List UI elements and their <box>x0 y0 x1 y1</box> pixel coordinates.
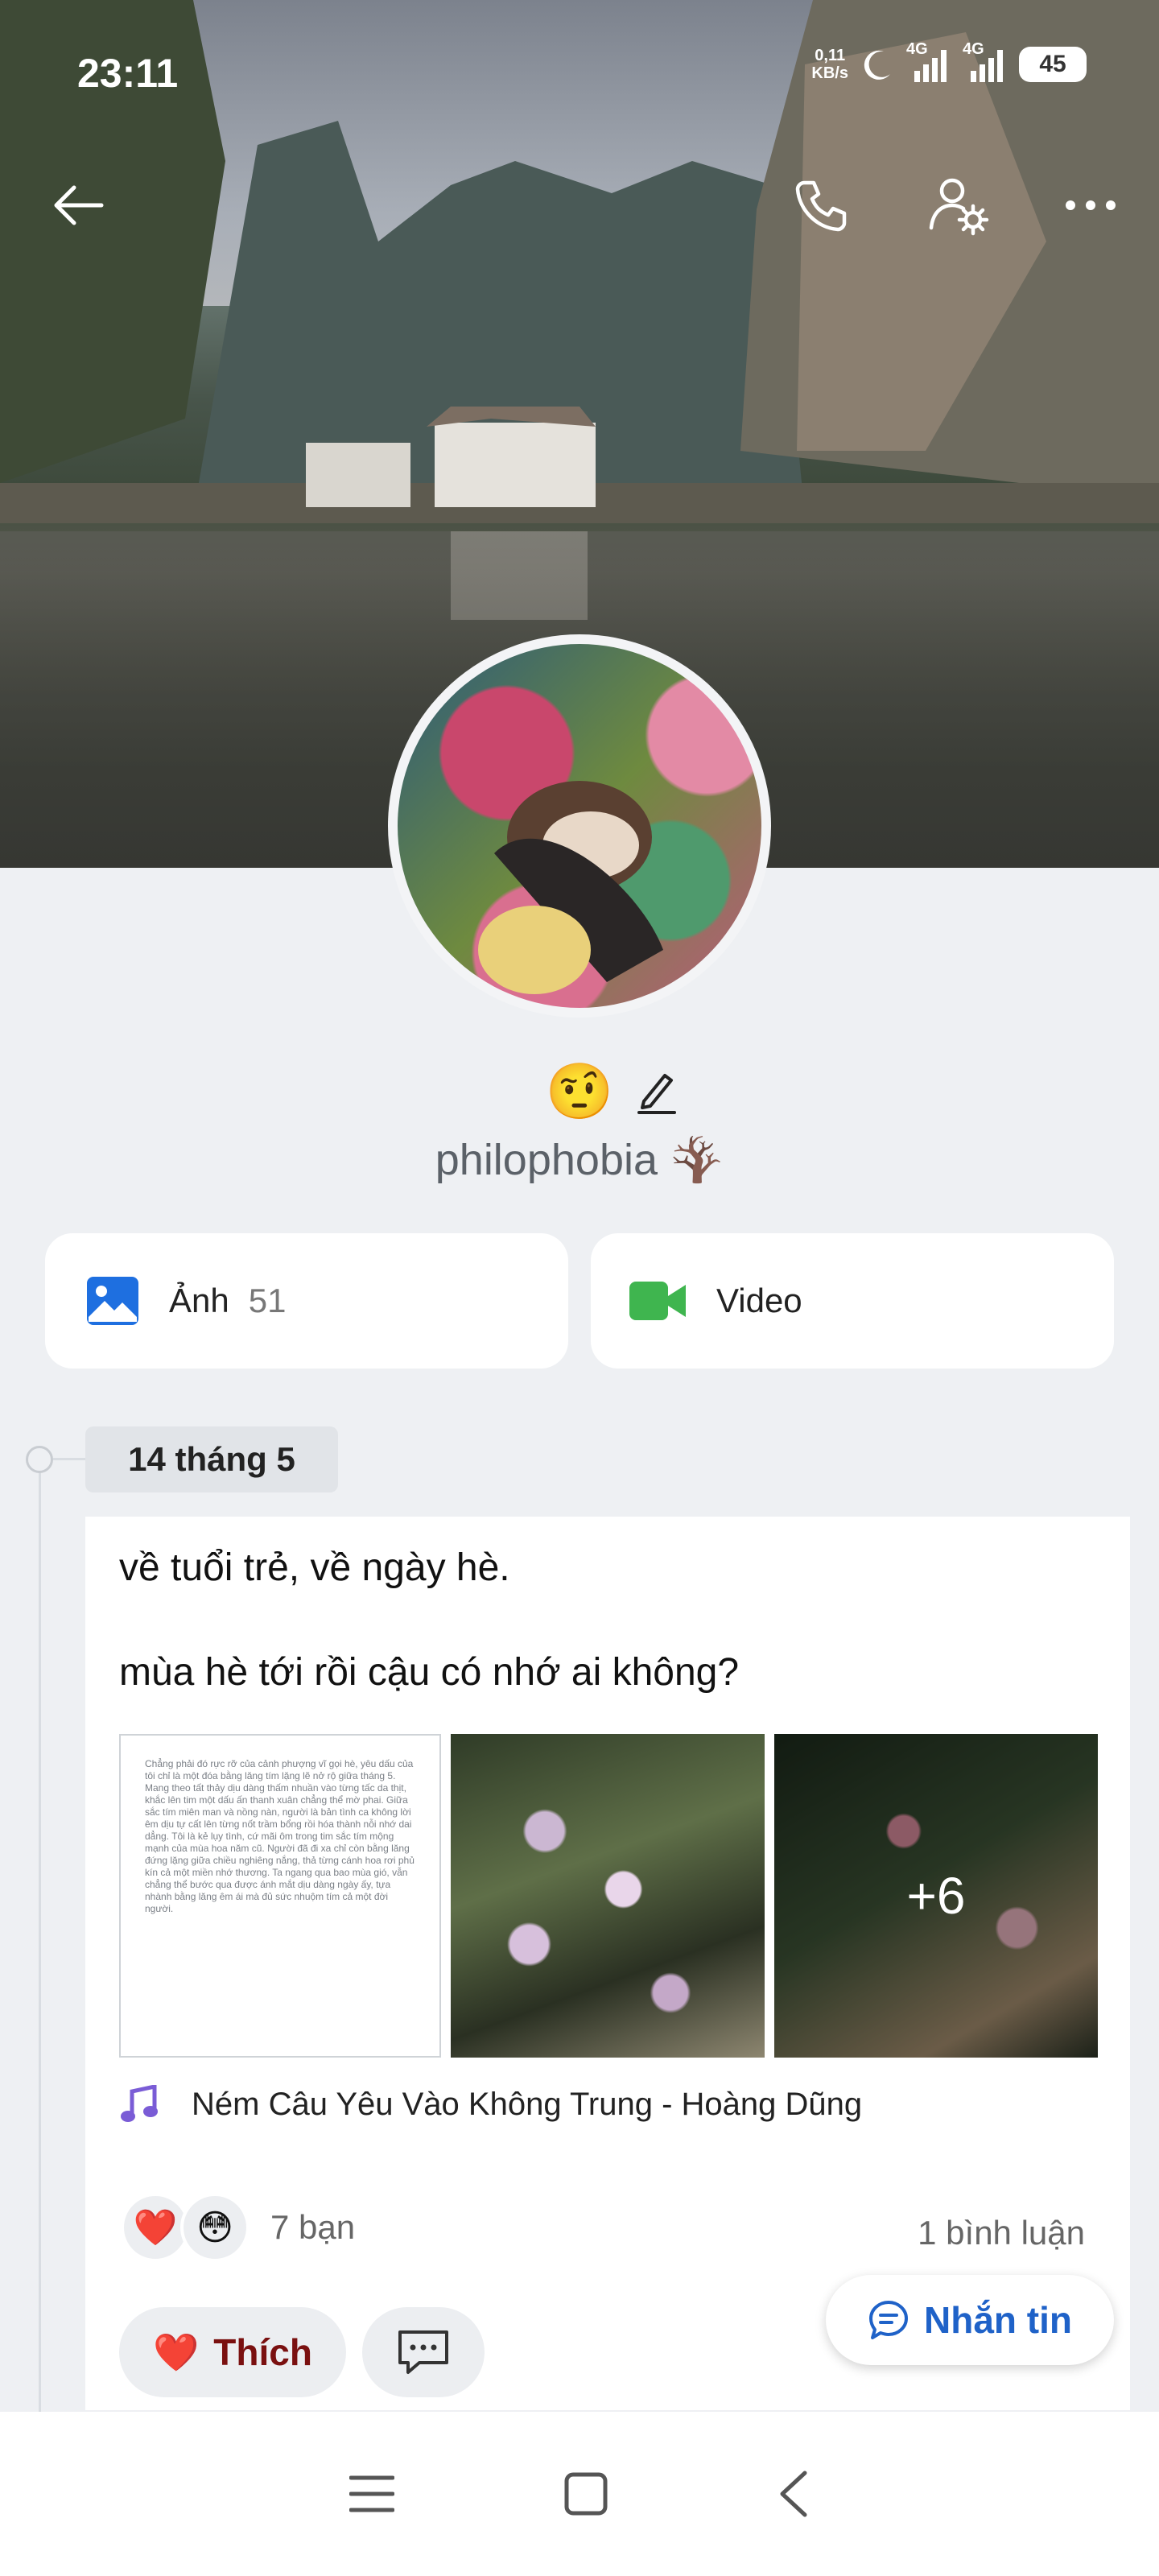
network-speed: 0,11 KB/s <box>811 47 848 82</box>
message-button[interactable]: Nhắn tin <box>826 2275 1114 2365</box>
network-type-2: 4G <box>963 40 984 58</box>
post-photo[interactable]: +6 <box>774 1734 1098 2058</box>
music-note-icon <box>121 2085 158 2122</box>
battery-indicator: 45 <box>1019 47 1087 82</box>
network-type-1: 4G <box>906 40 928 58</box>
timeline-connector <box>53 1458 85 1460</box>
post-photo-grid: Chẳng phải đó rực rỡ của cảnh phượng vĩ … <box>119 1734 1098 2058</box>
message-label: Nhắn tin <box>924 2299 1072 2341</box>
recent-apps-icon[interactable] <box>349 2474 394 2514</box>
post-text-line-2: mùa hè tới rồi cậu có nhớ ai không? <box>119 1651 740 1694</box>
surprised-reaction-icon: 😳 <box>180 2193 250 2262</box>
timeline-dot <box>26 1446 53 1473</box>
timeline-line <box>39 1449 41 2415</box>
like-label: Thích <box>213 2331 312 2373</box>
post-photo[interactable] <box>451 1734 765 2058</box>
system-navigation-bar <box>0 2412 1159 2576</box>
profile-header-actions <box>0 161 1159 250</box>
home-icon[interactable] <box>563 2471 608 2516</box>
status-row: 🤨 <box>0 1059 1159 1124</box>
video-button[interactable]: Video <box>591 1233 1114 1368</box>
comment-button[interactable] <box>362 2307 485 2397</box>
reactions-summary[interactable]: ❤️ 😳 7 bạn <box>121 2193 355 2262</box>
status-indicators: 0,11 KB/s 4G 4G 45 <box>811 40 1087 82</box>
signal-icon: 4G <box>963 40 1008 82</box>
back-nav-icon[interactable] <box>777 2470 810 2518</box>
song-title: Ném Câu Yêu Vào Không Trung - Hoàng Dũng <box>192 2086 863 2122</box>
video-camera-icon <box>629 1282 686 1320</box>
comments-count[interactable]: 1 bình luận <box>918 2214 1085 2252</box>
comment-icon <box>398 2330 448 2374</box>
chat-bubble-icon <box>869 2301 908 2339</box>
heart-icon: ❤️ <box>153 2330 200 2373</box>
phone-icon[interactable] <box>777 161 866 250</box>
photo-icon <box>87 1277 138 1325</box>
user-settings-icon[interactable] <box>914 161 1003 250</box>
post-music[interactable]: Ném Câu Yêu Vào Không Trung - Hoàng Dũng <box>119 2085 862 2124</box>
reactions-count: 7 bạn <box>270 2208 356 2246</box>
photos-count: 51 <box>248 1282 287 1319</box>
moon-icon <box>864 50 890 80</box>
photos-button[interactable]: Ảnh 51 <box>45 1233 568 1368</box>
post-date: 14 tháng 5 <box>85 1426 338 1492</box>
status-bar: 23:11 0,11 KB/s 4G 4G 45 <box>0 0 1159 153</box>
photo-text-content: Chẳng phải đó rực rỡ của cảnh phượng vĩ … <box>145 1758 415 1914</box>
like-button[interactable]: ❤️ Thích <box>119 2307 346 2397</box>
photos-label: Ảnh <box>169 1282 229 1319</box>
profile-username: philophobia 🪾 <box>435 1136 724 1184</box>
avatar-image <box>398 644 761 1008</box>
post-photo[interactable]: Chẳng phải đó rực rỡ của cảnh phượng vĩ … <box>119 1734 441 2058</box>
more-options-icon[interactable] <box>1046 161 1135 250</box>
status-emoji: 🤨 <box>545 1061 614 1122</box>
status-time: 23:11 <box>77 51 179 96</box>
back-arrow-icon[interactable] <box>34 161 122 250</box>
post-text-line-1: về tuổi trẻ, về ngày hè. <box>119 1546 510 1589</box>
network-speed-unit: KB/s <box>811 64 848 82</box>
edit-pencil-icon[interactable] <box>636 1069 678 1118</box>
signal-icon: 4G <box>906 40 951 82</box>
video-label: Video <box>716 1282 802 1319</box>
profile-avatar[interactable] <box>388 634 771 1018</box>
more-photos-count: +6 <box>774 1734 1098 2058</box>
network-speed-value: 0,11 <box>815 47 846 64</box>
